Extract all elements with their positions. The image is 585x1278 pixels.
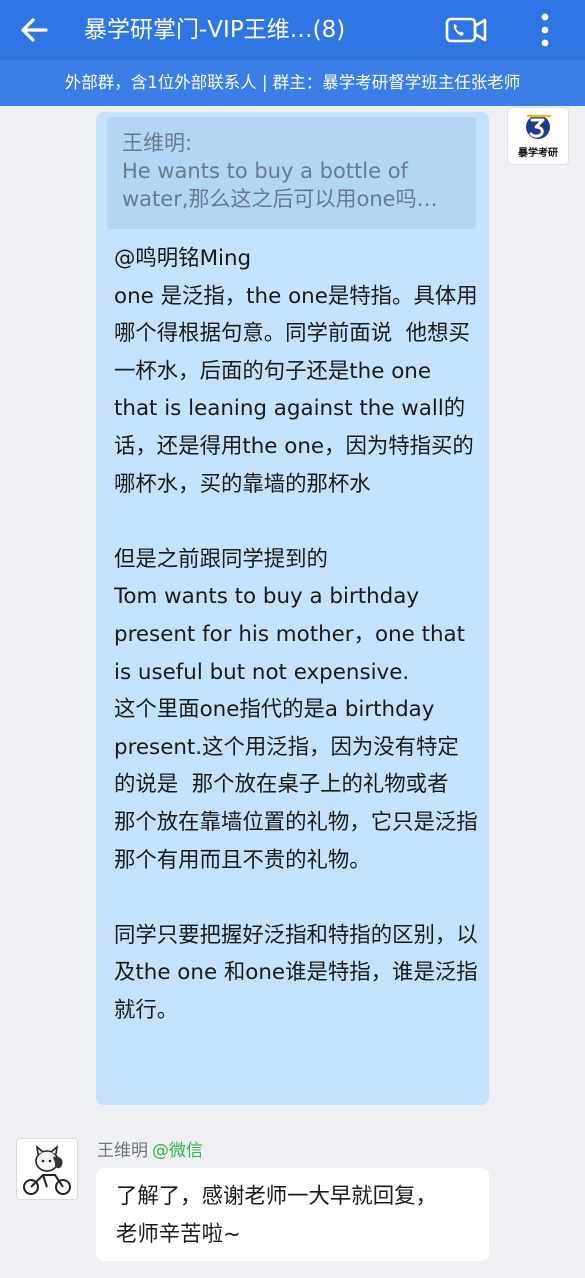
brand-logo-icon — [526, 114, 552, 139]
message-bubble-incoming[interactable]: 了解了，感谢老师一大早就回复，老师辛苦啦~ — [96, 1168, 489, 1261]
chat-title: 暴学研掌门-VIP王维…(8) — [84, 17, 346, 43]
cat-bicycle-avatar-icon — [23, 1145, 71, 1195]
message-text: 了解了，感谢老师一大早就回复，老师辛苦啦~ — [116, 1184, 437, 1247]
sender-platform-tag: @微信 — [152, 1141, 203, 1161]
voice-video-call-button[interactable] — [444, 12, 488, 48]
message-text: @鸣明铭Ming one 是泛指，the one是特指。具体用哪个得根据句意。同… — [114, 246, 478, 1023]
sender-avatar[interactable] — [16, 1138, 78, 1200]
sender-info: 王维明 @微信 — [97, 1139, 203, 1163]
top-app-bar: 暴学研掌门-VIP王维…(8) — [0, 0, 585, 60]
more-vertical-icon — [541, 13, 549, 47]
back-button[interactable] — [14, 10, 54, 50]
logo-text: 暴学考研 — [518, 148, 558, 159]
sender-avatar-logo[interactable]: 暴学考研 — [507, 107, 569, 165]
quote-sender: 王维明: — [122, 131, 193, 155]
phone-video-icon — [445, 17, 487, 43]
message-bubble-outgoing[interactable]: 王维明: He wants to buy a bottle of water,那… — [96, 112, 489, 1105]
arrow-left-icon — [21, 18, 48, 42]
sender-name: 王维明 — [97, 1141, 148, 1161]
quoted-message[interactable]: 王维明: He wants to buy a bottle of water,那… — [107, 117, 476, 229]
group-info-bar[interactable]: 外部群，含1位外部联系人 | 群主：暴学考研督学班主任张老师 — [0, 60, 585, 106]
more-options-button[interactable] — [530, 10, 560, 50]
quote-text: He wants to buy a bottle of water,那么这之后可… — [122, 159, 438, 211]
